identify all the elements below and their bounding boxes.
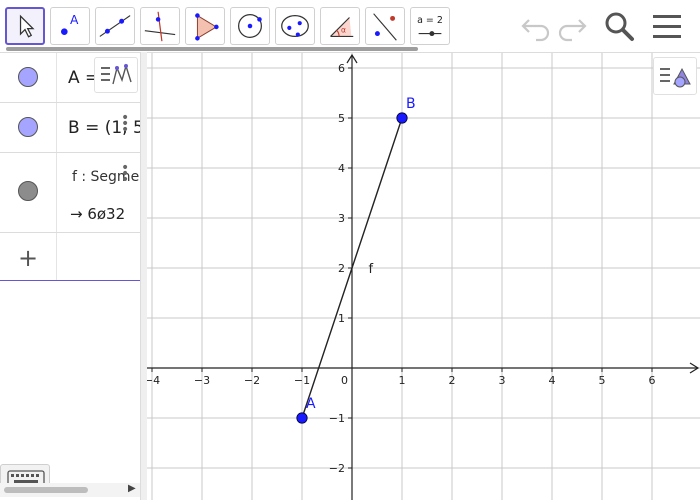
main-menu-button[interactable] — [650, 10, 684, 42]
x-tick-label: 1 — [399, 374, 406, 387]
point-tool-label: A — [70, 13, 79, 27]
angle-icon: α — [330, 17, 354, 37]
view-divider[interactable] — [140, 52, 147, 500]
slider-tool-button[interactable]: a = 2 — [410, 7, 450, 45]
cursor-arrow-icon — [19, 14, 35, 38]
algebra-caption-f: f : Segment — [72, 169, 140, 185]
x-tick-label: 4 — [549, 374, 556, 387]
x-tick-label: 5 — [599, 374, 606, 387]
algebra-row-point-b[interactable]: B = (1, 5) ••• — [0, 103, 140, 153]
move-tool-button[interactable] — [5, 7, 45, 45]
y-tick-label: 6 — [338, 62, 345, 75]
slider-icon: a = 2 — [417, 15, 443, 37]
perpendicular-line-icon — [144, 11, 176, 42]
toolbar: A α a = 2 — [0, 0, 700, 52]
circle-tool-button[interactable] — [230, 7, 270, 45]
axes — [147, 53, 700, 500]
visibility-toggle-icon[interactable] — [18, 117, 38, 137]
graphics-view[interactable]: −4 −3 −2 −1 0 1 2 3 4 5 6 6 5 4 3 2 1 −1 −2 f A B — [147, 52, 700, 500]
redo-button[interactable] — [555, 10, 589, 42]
perpendicular-line-tool-button[interactable] — [140, 7, 180, 45]
ellipse-icon — [281, 14, 309, 38]
point-icon: A — [61, 13, 79, 35]
slider-tool-label: a = 2 — [417, 15, 443, 26]
reflect-tool-button[interactable] — [365, 7, 405, 45]
coordinate-plane[interactable]: −4 −3 −2 −1 0 1 2 3 4 5 6 6 5 4 3 2 1 −1 −2 f A B — [147, 53, 700, 500]
point-b[interactable] — [396, 112, 408, 124]
scroll-right-icon[interactable]: ▶ — [128, 483, 136, 494]
algebra-row-segment-f[interactable]: f : Segment → 6ø32 ••• — [0, 153, 140, 233]
line-tool-button[interactable] — [95, 7, 135, 45]
y-tick-label: 4 — [338, 162, 345, 175]
scrollbar-thumb[interactable] — [4, 487, 88, 493]
algebra-value-f[interactable]: → 6ø32 — [70, 205, 125, 223]
undo-icon — [521, 19, 550, 42]
y-tick-label: 3 — [338, 212, 345, 225]
algebra-style-bar-icon — [101, 63, 132, 85]
reflect-about-line-icon — [373, 13, 397, 41]
point-a-label: A — [306, 396, 316, 412]
x-tick-label: −2 — [244, 374, 260, 387]
algebra-input-b[interactable]: B = (1, 5) — [68, 118, 140, 138]
visibility-toggle-icon[interactable] — [18, 181, 38, 201]
point-b-label: B — [406, 96, 416, 112]
search-icon — [605, 12, 634, 41]
hamburger-menu-icon — [653, 15, 681, 38]
algebra-style-bar-button[interactable] — [94, 57, 138, 93]
x-tick-label: −1 — [294, 374, 310, 387]
algebra-input-row[interactable]: + — [0, 233, 140, 281]
svg-text:α: α — [341, 26, 346, 35]
point-a[interactable] — [296, 412, 308, 424]
visibility-toggle-icon[interactable] — [18, 67, 38, 87]
y-tick-label: −2 — [329, 462, 345, 475]
algebra-view: A = B = (1, 5) ••• f : Segment → 6ø32 ••… — [0, 52, 140, 500]
y-tick-label: 2 — [338, 262, 345, 275]
angle-tool-button[interactable]: α — [320, 7, 360, 45]
circle-with-center-icon — [238, 14, 262, 38]
undo-button[interactable] — [519, 10, 553, 42]
point-tool-button[interactable]: A — [50, 7, 90, 45]
segment-f-label: f — [369, 262, 374, 277]
grid — [147, 53, 700, 500]
x-tick-label: −3 — [194, 374, 210, 387]
ellipse-tool-button[interactable] — [275, 7, 315, 45]
x-tick-label: 2 — [449, 374, 456, 387]
y-tick-label: −1 — [329, 412, 345, 425]
algebra-horizontal-scrollbar[interactable]: ▶ — [0, 483, 140, 497]
line-icon — [99, 15, 131, 37]
polygon-icon — [195, 13, 219, 41]
add-icon[interactable]: + — [18, 244, 38, 272]
redo-icon — [558, 19, 587, 42]
x-tick-label: 6 — [649, 374, 656, 387]
graphics-style-bar-icon — [660, 67, 691, 88]
x-tick-label: 3 — [499, 374, 506, 387]
more-options-icon[interactable]: • • • — [121, 111, 129, 137]
y-tick-label: 5 — [338, 112, 345, 125]
x-tick-label: −4 — [147, 374, 160, 387]
more-options-icon[interactable]: • • • — [121, 161, 129, 187]
y-tick-label: 1 — [338, 312, 345, 325]
search-button[interactable] — [602, 10, 636, 42]
toolbar-scrollbar[interactable] — [6, 47, 418, 51]
graphics-style-bar-button[interactable] — [653, 57, 697, 95]
polygon-tool-button[interactable] — [185, 7, 225, 45]
x-tick-label: 0 — [341, 374, 348, 387]
